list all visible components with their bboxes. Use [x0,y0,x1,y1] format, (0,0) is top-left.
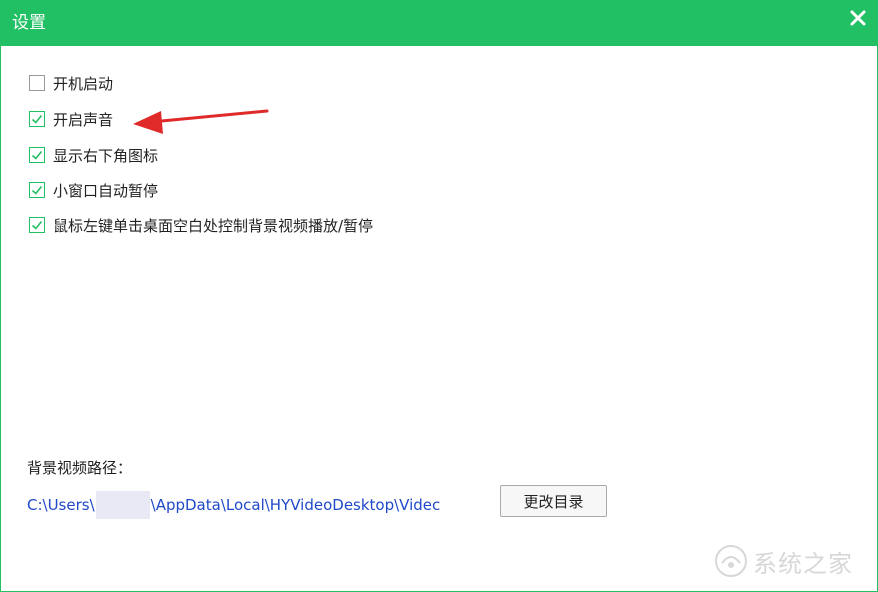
option-click-desktop[interactable]: 鼠标左键单击桌面空白处控制背景视频播放/暂停 [29,215,373,235]
option-sound[interactable]: 开启声音 [29,109,113,129]
checkbox-checked[interactable] [29,147,45,163]
change-directory-button[interactable]: 更改目录 [500,485,607,517]
watermark-logo-icon [715,545,747,577]
option-label: 开启声音 [53,110,114,129]
option-label: 鼠标左键单击桌面空白处控制背景视频播放/暂停 [53,216,374,235]
video-path-prefix: C:\Users\ [27,496,95,514]
check-icon [31,185,43,195]
checkbox-checked[interactable] [29,111,45,127]
check-icon [31,220,43,230]
option-startup[interactable]: 开机启动 [29,73,113,93]
checkbox-unchecked[interactable] [29,75,45,91]
video-path-value: C:\Users\ \AppData\Local\HYVideoDesktop\… [27,491,461,519]
watermark-text: 系统之家 [753,549,853,578]
option-auto-pause[interactable]: 小窗口自动暂停 [29,180,158,200]
watermark: 系统之家 [713,543,853,579]
checkbox-checked[interactable] [29,182,45,198]
option-tray-icon[interactable]: 显示右下角图标 [29,145,158,165]
red-arrow-icon [133,109,269,134]
option-label: 显示右下角图标 [53,146,159,165]
check-icon [31,150,43,160]
option-label: 开机启动 [53,74,114,93]
title-bar: 设置 [1,1,877,46]
dialog-title: 设置 [12,13,46,33]
checkbox-checked[interactable] [29,217,45,233]
video-path-label: 背景视频路径： [27,459,133,477]
redacted-username [95,491,150,519]
close-icon[interactable] [847,7,869,29]
option-label: 小窗口自动暂停 [53,181,159,200]
check-icon [31,114,43,124]
video-path-suffix: \AppData\Local\HYVideoDesktop\Videc [150,496,441,514]
settings-dialog: 设置 开机启动 开启声音 显示右下角图标 小窗口自动暂停 鼠标左键单击桌面空白处… [0,0,878,592]
